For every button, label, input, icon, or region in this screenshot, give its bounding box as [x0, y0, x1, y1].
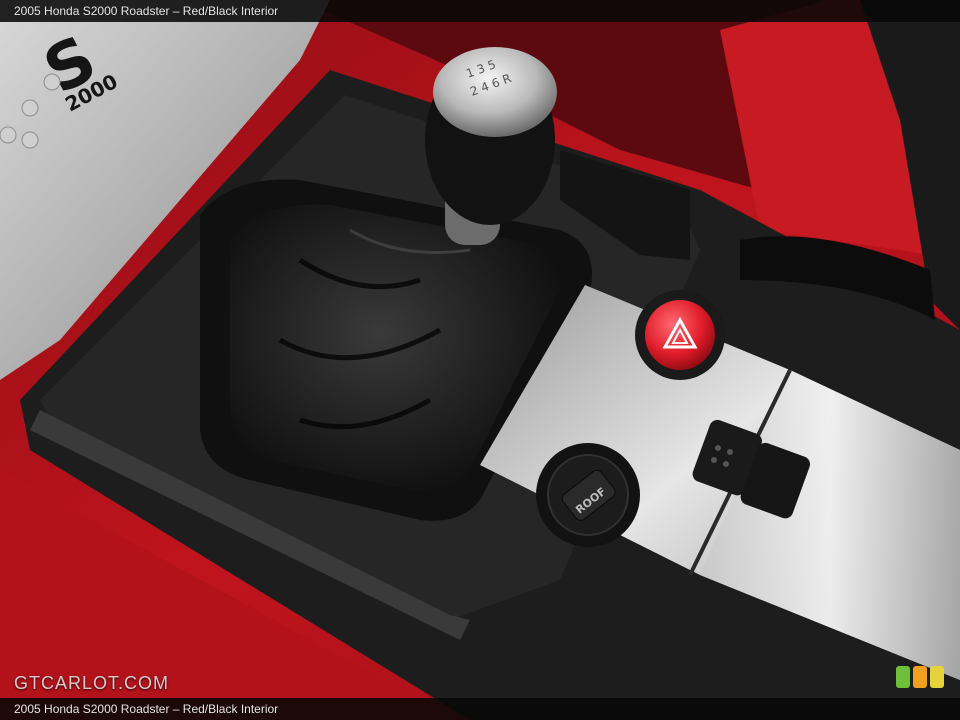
photo-caption-bottom: 2005 Honda S2000 Roadster – Red/Black In…	[0, 698, 960, 720]
watermark-text: GTCARLOT.COM	[14, 673, 170, 693]
car-interior-photo: S 2000 1 3 5 2 4 6 R ROOF	[0, 0, 960, 720]
photo-viewer: 2005 Honda S2000 Roadster – Red/Black In…	[0, 0, 960, 720]
watermark-logo-icon	[896, 666, 944, 688]
hazard-button	[635, 290, 725, 380]
roof-button: ROOF	[536, 443, 640, 547]
photo-caption-top: 2005 Honda S2000 Roadster – Red/Black In…	[0, 0, 960, 22]
gear-knob: 1 3 5 2 4 6 R	[425, 47, 557, 225]
